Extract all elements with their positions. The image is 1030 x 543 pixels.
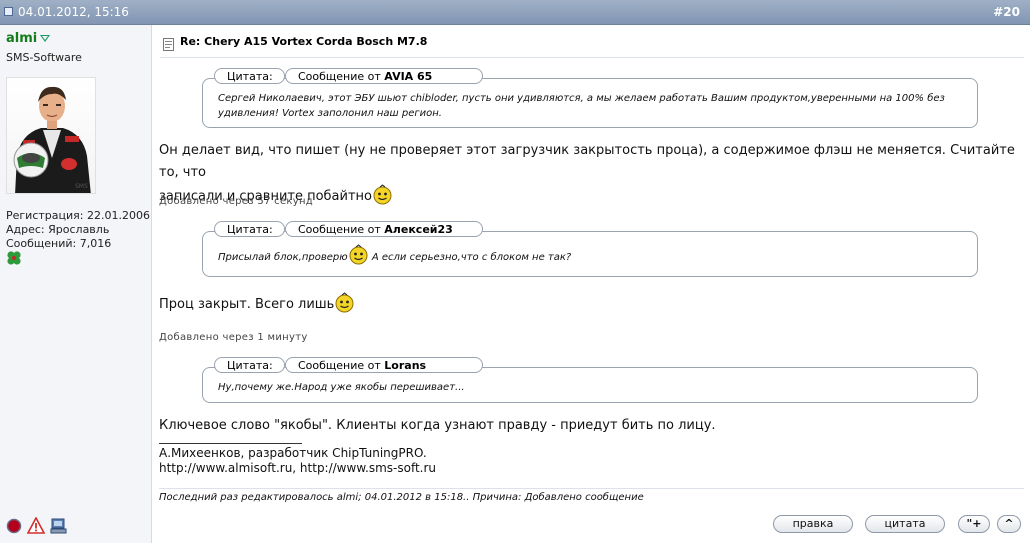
quote-author-name[interactable]: AVIA 65 [384,70,432,83]
post-header: 04.01.2012, 15:16 #20 [0,0,1030,25]
added-later-note: Добавлено через 57 секунд [159,196,314,207]
post-body: Re: Chery A15 Vortex Corda Bosch M7.8 Се… [152,25,1030,543]
quote-author-name[interactable]: Алексей23 [384,223,453,236]
quote-author: Сообщение от Алексей23 [285,221,483,237]
post-text-line: Он делает вид, что пишет (ну не проверяе… [159,143,1015,180]
user-location: Адрес: Ярославль [6,223,110,236]
post-number-link[interactable]: #20 [993,0,1020,25]
quote-content: Сергей Николаевич, этот ЭБУ шьют chiblod… [202,78,978,128]
signature: А.Михеенков, разработчик ChipTuningPRO. … [159,446,436,476]
signature-line: А.Михеенков, разработчик ChipTuningPRO. [159,446,427,460]
title-divider [160,57,1024,58]
edit-button[interactable]: правка [773,515,853,533]
quote-block: Присылай блок,проверю А если серьезно,чт… [202,221,978,279]
added-later-note: Добавлено через 1 минуту [159,332,308,343]
user-posts-count: Сообщений: 7,016 [6,237,112,250]
quote-label: Цитата: [214,357,285,373]
user-sidebar: almi SMS-Software SMS Регистрация: 22.01… [0,25,152,543]
username-link[interactable]: almi [6,31,37,46]
edited-note: Последний раз редактировалось almi; 04.0… [159,488,1024,503]
post-title-icon [163,36,174,51]
report-warning-icon[interactable] [27,517,45,535]
forum-post: 04.01.2012, 15:16 #20 almi SMS-Software [0,0,1030,543]
user-menu-arrow-icon[interactable] [40,35,50,42]
quote-author-name[interactable]: Lorans [384,359,426,372]
svg-text:SMS: SMS [75,183,88,190]
quote-block: Ну,почему же.Народ уже якобы перешивает.… [202,357,978,405]
quote-author: Сообщение от AVIA 65 [285,68,483,84]
user-title: SMS-Software [6,51,82,64]
clover-icon [6,250,22,266]
quote-from-prefix: Сообщение от [298,223,381,236]
scroll-top-button[interactable]: ^ [997,515,1021,533]
signature-links[interactable]: http://www.almisoft.ru, http://www.sms-s… [159,461,436,476]
quote-text-span: Ну,почему же.Народ уже якобы перешивает.… [218,382,465,393]
post-title: Re: Chery A15 Vortex Corda Bosch M7.8 [180,35,428,48]
post-paragraph: Ключевое слово "якобы". Клиенты когда уз… [159,418,716,433]
smile-icon [348,244,369,265]
smile-icon [334,292,355,313]
user-registered: Регистрация: 22.01.2006 [6,209,150,222]
quote-text-span: Присылай блок,проверю [218,252,348,263]
quote-from-prefix: Сообщение от [298,70,381,83]
post-date: 04.01.2012, 15:16 [18,5,129,19]
quote-label: Цитата: [214,68,285,84]
quote-from-prefix: Сообщение от [298,359,381,372]
quote-text-line: удивления! Vortex заполонил наш регион. [218,108,442,119]
quote-content: Присылай блок,проверю А если серьезно,чт… [202,231,978,277]
quote-text-span: А если серьезно,что с блоком не так? [368,252,572,263]
post-text-span: Проц закрыт. Всего лишь [159,297,335,312]
quote-label: Цитата: [214,221,285,237]
multiquote-button[interactable]: "+ [958,515,990,533]
post-status-icon [4,7,13,16]
ip-computer-icon[interactable] [50,517,68,535]
smile-icon [372,184,393,205]
avatar[interactable]: SMS [6,77,96,194]
status-online-icon[interactable] [6,518,22,534]
quote-block: Сергей Николаевич, этот ЭБУ шьют chiblod… [202,68,978,130]
quote-button[interactable]: цитата [865,515,945,533]
post-paragraph: Проц закрыт. Всего лишь [159,292,355,316]
quote-author: Сообщение от Lorans [285,357,483,373]
signature-divider [159,443,302,444]
quote-text-line: Сергей Николаевич, этот ЭБУ шьют chiblod… [218,93,945,104]
user-action-icons [6,517,76,535]
